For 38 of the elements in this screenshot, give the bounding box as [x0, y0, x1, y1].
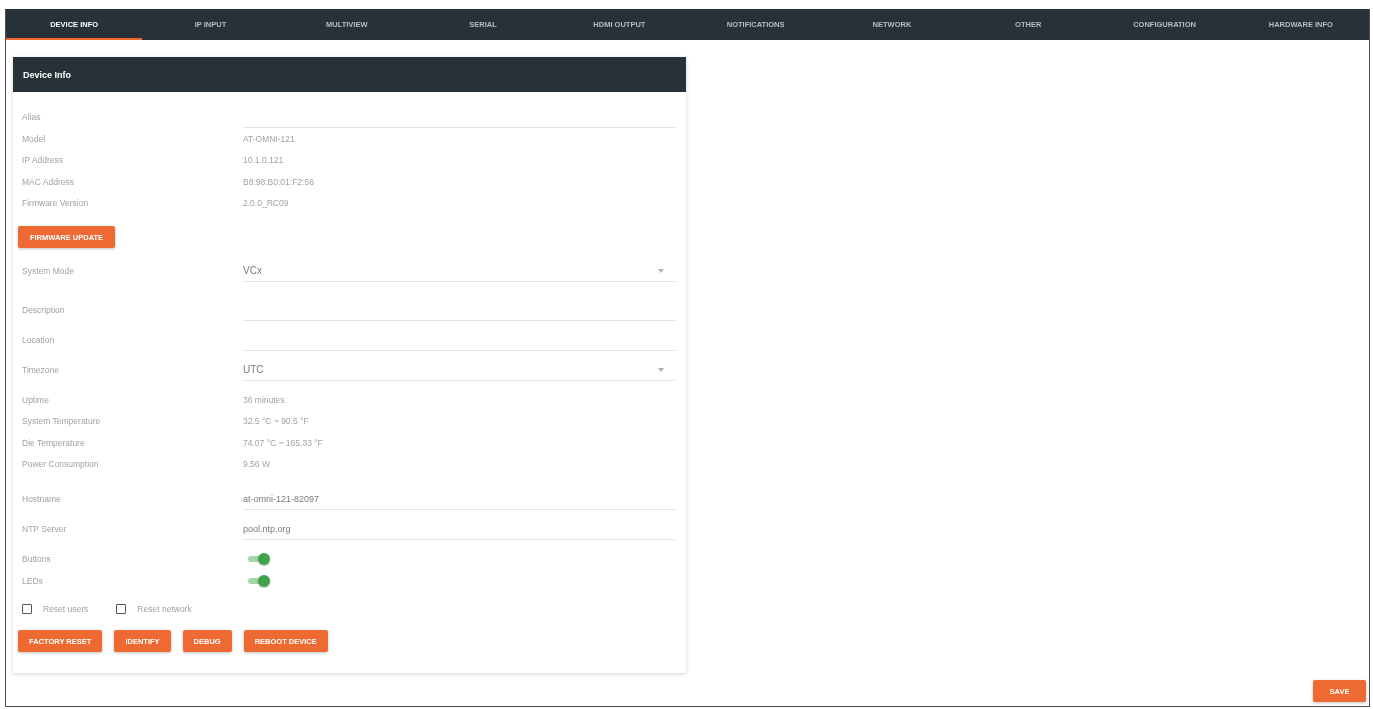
field-label: Firmware Version [22, 198, 90, 209]
field-label: System Temperature [22, 416, 102, 427]
checkbox-label: Reset users [43, 604, 89, 614]
field-label: Model [22, 133, 47, 144]
toggle-switch[interactable] [248, 553, 270, 565]
field-label: MAC Address [22, 176, 75, 187]
input-field[interactable]: at-omni-121-82097 [243, 488, 675, 510]
select-field[interactable]: UTC [243, 359, 675, 381]
field-value: 36 minutes [243, 394, 285, 405]
caret-icon [658, 268, 664, 273]
field-label: Die Temperature [22, 437, 86, 448]
card-title: Device Info [23, 69, 71, 80]
field-value: B8:98:B0:01:F2:56 [243, 176, 314, 187]
field-label: NTP Server [22, 524, 68, 534]
select-field[interactable]: VCx [243, 260, 675, 282]
field-value: 10.1.0.121 [243, 155, 284, 166]
field-label: LEDs [22, 576, 44, 586]
field-label: Timezone [22, 365, 60, 375]
field-value: 32.5 °C ~ 90.5 °F [243, 416, 309, 427]
toggle-switch[interactable] [248, 575, 270, 587]
field-label: IP Address [22, 155, 64, 166]
field-label: Power Consumption [22, 459, 100, 470]
checkbox[interactable] [22, 604, 32, 614]
field-value: 2.0.0_RC09 [243, 198, 289, 209]
field-label: Description [22, 305, 66, 315]
checkbox[interactable] [116, 604, 127, 614]
checkbox-label: Reset network [137, 604, 192, 614]
field-label: Alias [22, 112, 42, 122]
field-label: System Mode [22, 266, 75, 276]
field-label: Buttons [22, 554, 52, 564]
field-value: AT-OMNI-121 [243, 133, 295, 144]
field-label: Hostname [22, 494, 62, 504]
caret-icon [658, 367, 664, 372]
input-field[interactable]: pool.ntp.org [243, 518, 675, 540]
field-value: 9.56 W [243, 459, 270, 470]
field-value: 74.07 °C ~ 165.33 °F [243, 437, 323, 448]
field-label: Location [22, 335, 56, 345]
field-label: Uptime [22, 394, 50, 405]
